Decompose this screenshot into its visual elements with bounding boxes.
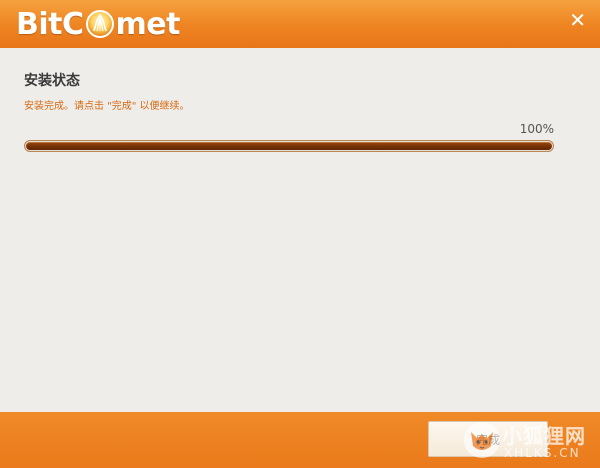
logo-text-left: BitC xyxy=(16,6,84,42)
progress-percent: 100% xyxy=(519,122,554,136)
bitcomet-logo: BitC met xyxy=(16,6,180,42)
page-title: 安装状态 xyxy=(24,73,80,89)
close-icon[interactable]: ✕ xyxy=(569,10,586,30)
comet-orb-icon xyxy=(85,10,114,38)
finish-button[interactable]: 完成 xyxy=(428,421,548,457)
footer-bar: 完成 xyxy=(0,412,600,468)
progress-bar xyxy=(24,140,554,152)
status-message: 安装完成。请点击 "完成" 以便继续。 xyxy=(24,101,190,112)
install-status-panel: 安装状态 安装完成。请点击 "完成" 以便继续。 100% xyxy=(0,48,600,412)
progress-bar-fill xyxy=(26,142,552,150)
logo-text-right: met xyxy=(115,6,181,42)
title-bar: BitC met ✕ xyxy=(0,0,600,48)
